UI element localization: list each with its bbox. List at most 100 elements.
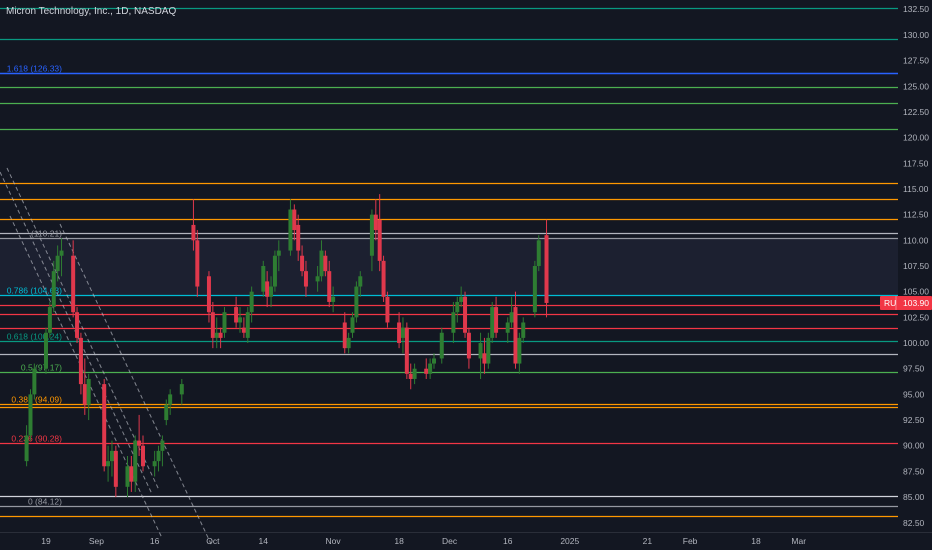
candle-body[interactable] <box>432 358 436 364</box>
candle-body[interactable] <box>486 337 491 364</box>
candle-body[interactable] <box>517 337 522 364</box>
candle-body[interactable] <box>381 260 386 297</box>
candle-body[interactable] <box>397 322 402 344</box>
candle-body[interactable] <box>513 307 518 364</box>
candle-body[interactable] <box>168 394 173 405</box>
y-tick-label: 90.00 <box>903 441 925 451</box>
candle-body[interactable] <box>536 240 541 266</box>
candle-body[interactable] <box>300 255 305 272</box>
candle-body[interactable] <box>354 286 359 318</box>
candle-body[interactable] <box>276 250 281 256</box>
candle-body[interactable] <box>350 317 355 333</box>
candle-body[interactable] <box>133 440 138 482</box>
chart-container[interactable]: 0 (84.12) 0.236 (90.28) 0.382 (94.09) 0.5 (… <box>0 0 932 550</box>
fib-level-label: 0.5 (97.17) <box>21 363 62 373</box>
candle-body[interactable] <box>106 461 111 467</box>
candle-body[interactable] <box>272 255 277 287</box>
candle-body[interactable] <box>28 394 33 436</box>
candle-body[interactable] <box>245 312 250 338</box>
candle-body[interactable] <box>82 384 87 405</box>
candle-body[interactable] <box>24 435 29 462</box>
candle-body[interactable] <box>463 296 468 333</box>
candle-body[interactable] <box>404 327 409 374</box>
candle-body[interactable] <box>342 322 347 349</box>
candle-body[interactable] <box>323 255 328 272</box>
candle-body[interactable] <box>261 266 266 292</box>
candle-body[interactable] <box>288 209 293 251</box>
candle-body[interactable] <box>490 307 495 338</box>
candle-body[interactable] <box>459 296 464 302</box>
candle-body[interactable] <box>424 368 429 374</box>
candle-body[interactable] <box>113 450 118 487</box>
candle-body[interactable] <box>218 332 223 338</box>
candle-body[interactable] <box>377 219 382 261</box>
candle-body[interactable] <box>249 291 254 313</box>
candle-body[interactable] <box>47 307 52 333</box>
candle-body[interactable] <box>179 384 184 395</box>
candle-body[interactable] <box>156 450 161 462</box>
candle-body[interactable] <box>439 332 444 359</box>
candle-body[interactable] <box>303 271 308 287</box>
candle-body[interactable] <box>478 343 483 359</box>
candle-body[interactable] <box>265 281 270 297</box>
candle-body[interactable] <box>222 312 227 333</box>
candle-body[interactable] <box>195 240 200 287</box>
candle-body[interactable] <box>71 255 76 313</box>
fib-level-label: 0.382 (94.09) <box>11 395 62 405</box>
candle-body[interactable] <box>521 322 526 338</box>
candle-body[interactable] <box>214 332 219 338</box>
candle-body[interactable] <box>44 332 48 369</box>
candle-body[interactable] <box>55 255 60 272</box>
candle-body[interactable] <box>466 332 471 359</box>
candle-body[interactable] <box>86 378 91 405</box>
candle-body[interactable] <box>509 312 514 323</box>
candle-body[interactable] <box>32 368 37 395</box>
candle-body[interactable] <box>400 327 405 338</box>
candle-body[interactable] <box>428 363 433 374</box>
candle-body[interactable] <box>505 322 510 333</box>
candle-body[interactable] <box>206 276 211 313</box>
candle-body[interactable] <box>494 307 499 333</box>
candle-body[interactable] <box>408 373 413 379</box>
candle-body[interactable] <box>238 317 242 323</box>
candle-body[interactable] <box>292 209 297 231</box>
candle-body[interactable] <box>191 224 196 241</box>
candlestick-chart[interactable]: 0 (84.12) 0.236 (90.28) 0.382 (94.09) 0.5 (… <box>0 0 932 550</box>
candle-body[interactable] <box>412 368 417 379</box>
candle-body[interactable] <box>234 307 239 323</box>
candle-body[interactable] <box>102 384 107 467</box>
candle-body[interactable] <box>210 312 215 338</box>
candle-body[interactable] <box>241 327 246 333</box>
candle-body[interactable] <box>369 214 374 256</box>
candle-body[interactable] <box>482 353 487 364</box>
candle-body[interactable] <box>331 296 336 302</box>
candle-body[interactable] <box>51 271 56 308</box>
candle-body[interactable] <box>75 312 80 338</box>
candle-body[interactable] <box>451 312 456 333</box>
candle-body[interactable] <box>160 440 165 451</box>
candle-body[interactable] <box>141 445 145 467</box>
x-tick-label: 16 <box>503 536 513 546</box>
candle-body[interactable] <box>152 461 157 467</box>
candle-body[interactable] <box>385 296 390 323</box>
candle-body[interactable] <box>315 276 320 282</box>
candle-body[interactable] <box>358 276 363 287</box>
candle-body[interactable] <box>296 224 301 251</box>
candle-body[interactable] <box>78 337 83 385</box>
candle-body[interactable] <box>269 286 274 297</box>
candle-body[interactable] <box>327 271 332 302</box>
candle-body[interactable] <box>164 404 169 421</box>
symbol-title: Micron Technology, Inc., 1D, NASDAQ <box>6 6 177 17</box>
candle-body[interactable] <box>319 250 324 277</box>
candle-body[interactable] <box>544 235 549 303</box>
candle-body[interactable] <box>346 337 351 349</box>
candle-body[interactable] <box>125 466 130 487</box>
candle-body[interactable] <box>373 214 378 231</box>
candle-body[interactable] <box>59 250 64 256</box>
candle-body[interactable] <box>455 301 460 313</box>
candle-body[interactable] <box>129 466 134 482</box>
candle-body[interactable] <box>137 440 142 446</box>
candle-body[interactable] <box>109 450 114 462</box>
candle-body[interactable] <box>532 266 537 313</box>
last-price-value: 103.90 <box>903 298 929 308</box>
